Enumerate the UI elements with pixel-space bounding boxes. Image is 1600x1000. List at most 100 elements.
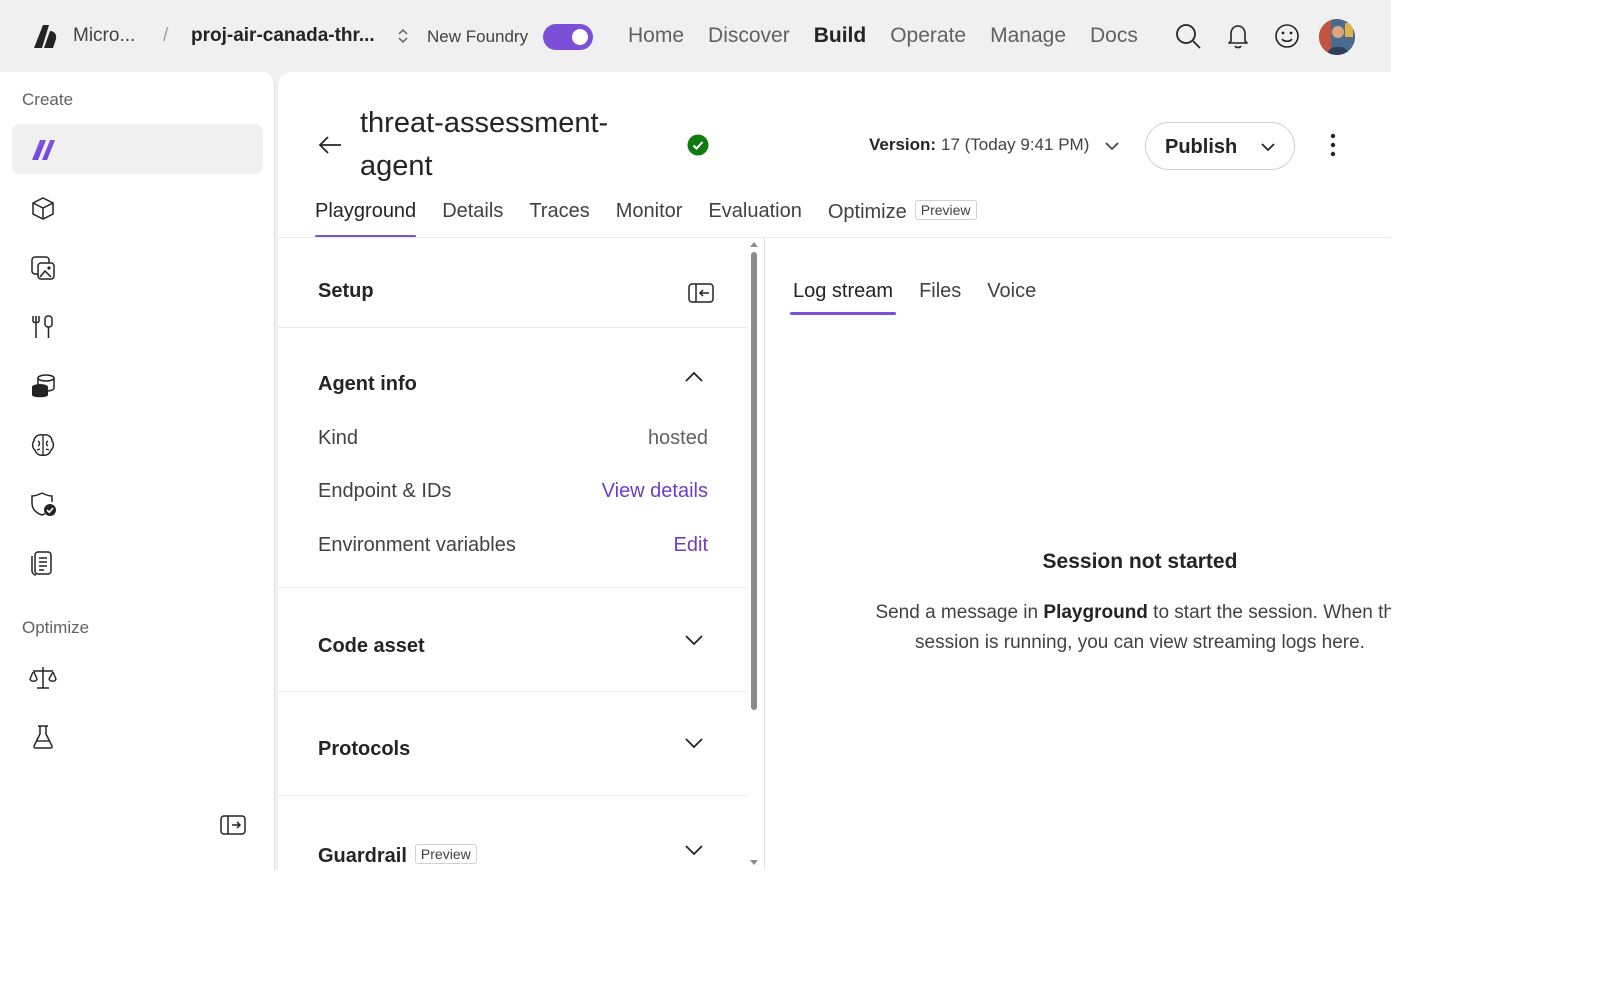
preview-badge: Preview: [414, 844, 477, 864]
chevron-up-icon[interactable]: [683, 368, 705, 386]
publish-button[interactable]: Publish: [1145, 122, 1295, 170]
images-icon: [31, 256, 55, 280]
nav-manage[interactable]: Manage: [990, 24, 1066, 48]
edit-env-link[interactable]: Edit: [674, 534, 708, 557]
new-foundry-label: New Foundry: [427, 27, 529, 46]
view-details-link[interactable]: View details: [602, 480, 708, 503]
toggle-knob: [572, 29, 588, 45]
rail-item-evaluation[interactable]: [12, 652, 263, 702]
models-icon: [32, 197, 54, 220]
nav-home[interactable]: Home: [628, 24, 684, 48]
tab-files[interactable]: Files: [919, 280, 961, 303]
search-icon[interactable]: [1174, 22, 1202, 50]
nav-docs[interactable]: Docs: [1090, 24, 1138, 48]
divider: [278, 587, 748, 588]
org-name[interactable]: Micro...: [73, 25, 135, 47]
chevron-down-icon[interactable]: [683, 631, 705, 649]
env-vars-label: Environment variables: [318, 534, 516, 556]
nav-operate[interactable]: Operate: [890, 24, 966, 48]
guardrail-label: Guardrail: [318, 845, 407, 867]
version-label: Version:: [869, 135, 937, 154]
tab-log-stream[interactable]: Log stream: [789, 280, 897, 315]
brain-icon: [31, 434, 55, 456]
more-options-icon[interactable]: [1325, 130, 1341, 160]
agent-title: threat-assessment-agent: [360, 107, 609, 182]
empty-text-end: to start the session. When the: [1147, 602, 1391, 623]
kind-value: hosted: [647, 427, 708, 449]
agent-info-title[interactable]: Agent info: [318, 373, 417, 396]
version-value[interactable]: 17 (Today 9:41 PM): [941, 135, 1089, 155]
chevron-down-icon[interactable]: [683, 841, 705, 859]
main-nav: Home Discover Build Operate Manage Docs: [628, 24, 1162, 48]
empty-state-text: Send a message in Playground to start th…: [840, 598, 1391, 658]
left-rail: Create Optimize: [0, 72, 275, 870]
tab-voice[interactable]: Voice: [987, 280, 1036, 303]
chevron-down-icon[interactable]: [1103, 138, 1121, 154]
bell-icon[interactable]: [1224, 22, 1252, 50]
nav-discover[interactable]: Discover: [708, 24, 790, 48]
expand-panel-icon[interactable]: [220, 814, 246, 836]
kind-label: Kind: [318, 427, 359, 449]
document-icon: [31, 551, 52, 576]
setup-scrollbar[interactable]: [748, 238, 760, 870]
log-tabs: Log stream Files Voice: [789, 280, 1062, 315]
divider: [278, 691, 748, 692]
rail-item-tools[interactable]: [12, 301, 263, 351]
nav-build[interactable]: Build: [814, 24, 867, 48]
rail-section-optimize: Optimize: [22, 618, 90, 637]
success-check-icon: [687, 134, 709, 156]
app-window: Micro... / proj-air-canada-thr... New Fo…: [0, 0, 1391, 870]
shield-check-icon: [31, 492, 56, 516]
rail-item-models[interactable]: [12, 183, 263, 233]
project-name[interactable]: proj-air-canada-thr...: [191, 25, 375, 47]
divider: [278, 327, 748, 328]
back-arrow-icon[interactable]: [316, 131, 344, 159]
divider: [278, 795, 748, 796]
rail-item-agents[interactable]: [12, 124, 263, 174]
scales-icon: [29, 667, 57, 689]
empty-state-title: Session not started: [1042, 550, 1238, 573]
rail-section-create: Create: [22, 90, 74, 109]
code-asset-title[interactable]: Code asset: [318, 635, 425, 658]
protocols-title[interactable]: Protocols: [318, 738, 410, 761]
tab-optimize-label: Optimize: [827, 201, 907, 223]
avatar-image-icon: [1319, 19, 1355, 55]
foundry-logo-icon[interactable]: [32, 23, 58, 49]
tab-traces[interactable]: Traces: [529, 200, 589, 240]
empty-text-line2: session is running, you can view streami…: [915, 632, 1365, 653]
breadcrumb-separator: /: [163, 25, 169, 46]
agent-tabs: Playground Details Traces Monitor Evalua…: [315, 200, 1003, 240]
new-foundry-toggle[interactable]: [543, 24, 593, 50]
scroll-down-arrow-icon[interactable]: [748, 858, 760, 868]
feedback-smiley-icon[interactable]: [1273, 22, 1301, 50]
publish-label: Publish: [1165, 136, 1238, 158]
rail-item-documents[interactable]: [12, 537, 263, 587]
rail-item-images[interactable]: [12, 242, 263, 292]
tools-icon: [32, 315, 53, 338]
chevron-up-down-icon[interactable]: [396, 26, 410, 46]
endpoint-label: Endpoint & IDs: [318, 480, 452, 502]
tab-monitor[interactable]: Monitor: [616, 200, 683, 240]
setup-pane: Setup Agent info Kind hosted Endpoint & …: [278, 238, 748, 870]
tab-details[interactable]: Details: [442, 200, 503, 240]
rail-item-brain[interactable]: [12, 419, 263, 469]
rail-item-safety[interactable]: [12, 478, 263, 528]
rail-item-data[interactable]: [12, 360, 263, 410]
setup-title: Setup: [318, 280, 374, 302]
scroll-up-arrow-icon[interactable]: [748, 239, 760, 249]
collapse-panel-icon[interactable]: [688, 282, 714, 304]
tab-evaluation[interactable]: Evaluation: [708, 200, 801, 240]
scroll-thumb[interactable]: [751, 252, 757, 710]
top-bar: Micro... / proj-air-canada-thr... New Fo…: [0, 0, 1391, 72]
chevron-down-icon[interactable]: [683, 734, 705, 752]
tab-playground[interactable]: Playground: [315, 200, 417, 240]
tab-optimize[interactable]: Optimize Preview: [828, 200, 977, 240]
chevron-down-icon: [1261, 143, 1275, 152]
avatar[interactable]: [1319, 19, 1355, 55]
flask-icon: [33, 725, 53, 749]
empty-text-start: Send a message in: [875, 602, 1044, 623]
agents-icon: [32, 140, 55, 160]
guardrail-title[interactable]: Guardrail Preview: [318, 844, 477, 868]
rail-item-experiments[interactable]: [12, 711, 263, 761]
log-pane: Log stream Files Voice Session not start…: [765, 238, 1391, 870]
